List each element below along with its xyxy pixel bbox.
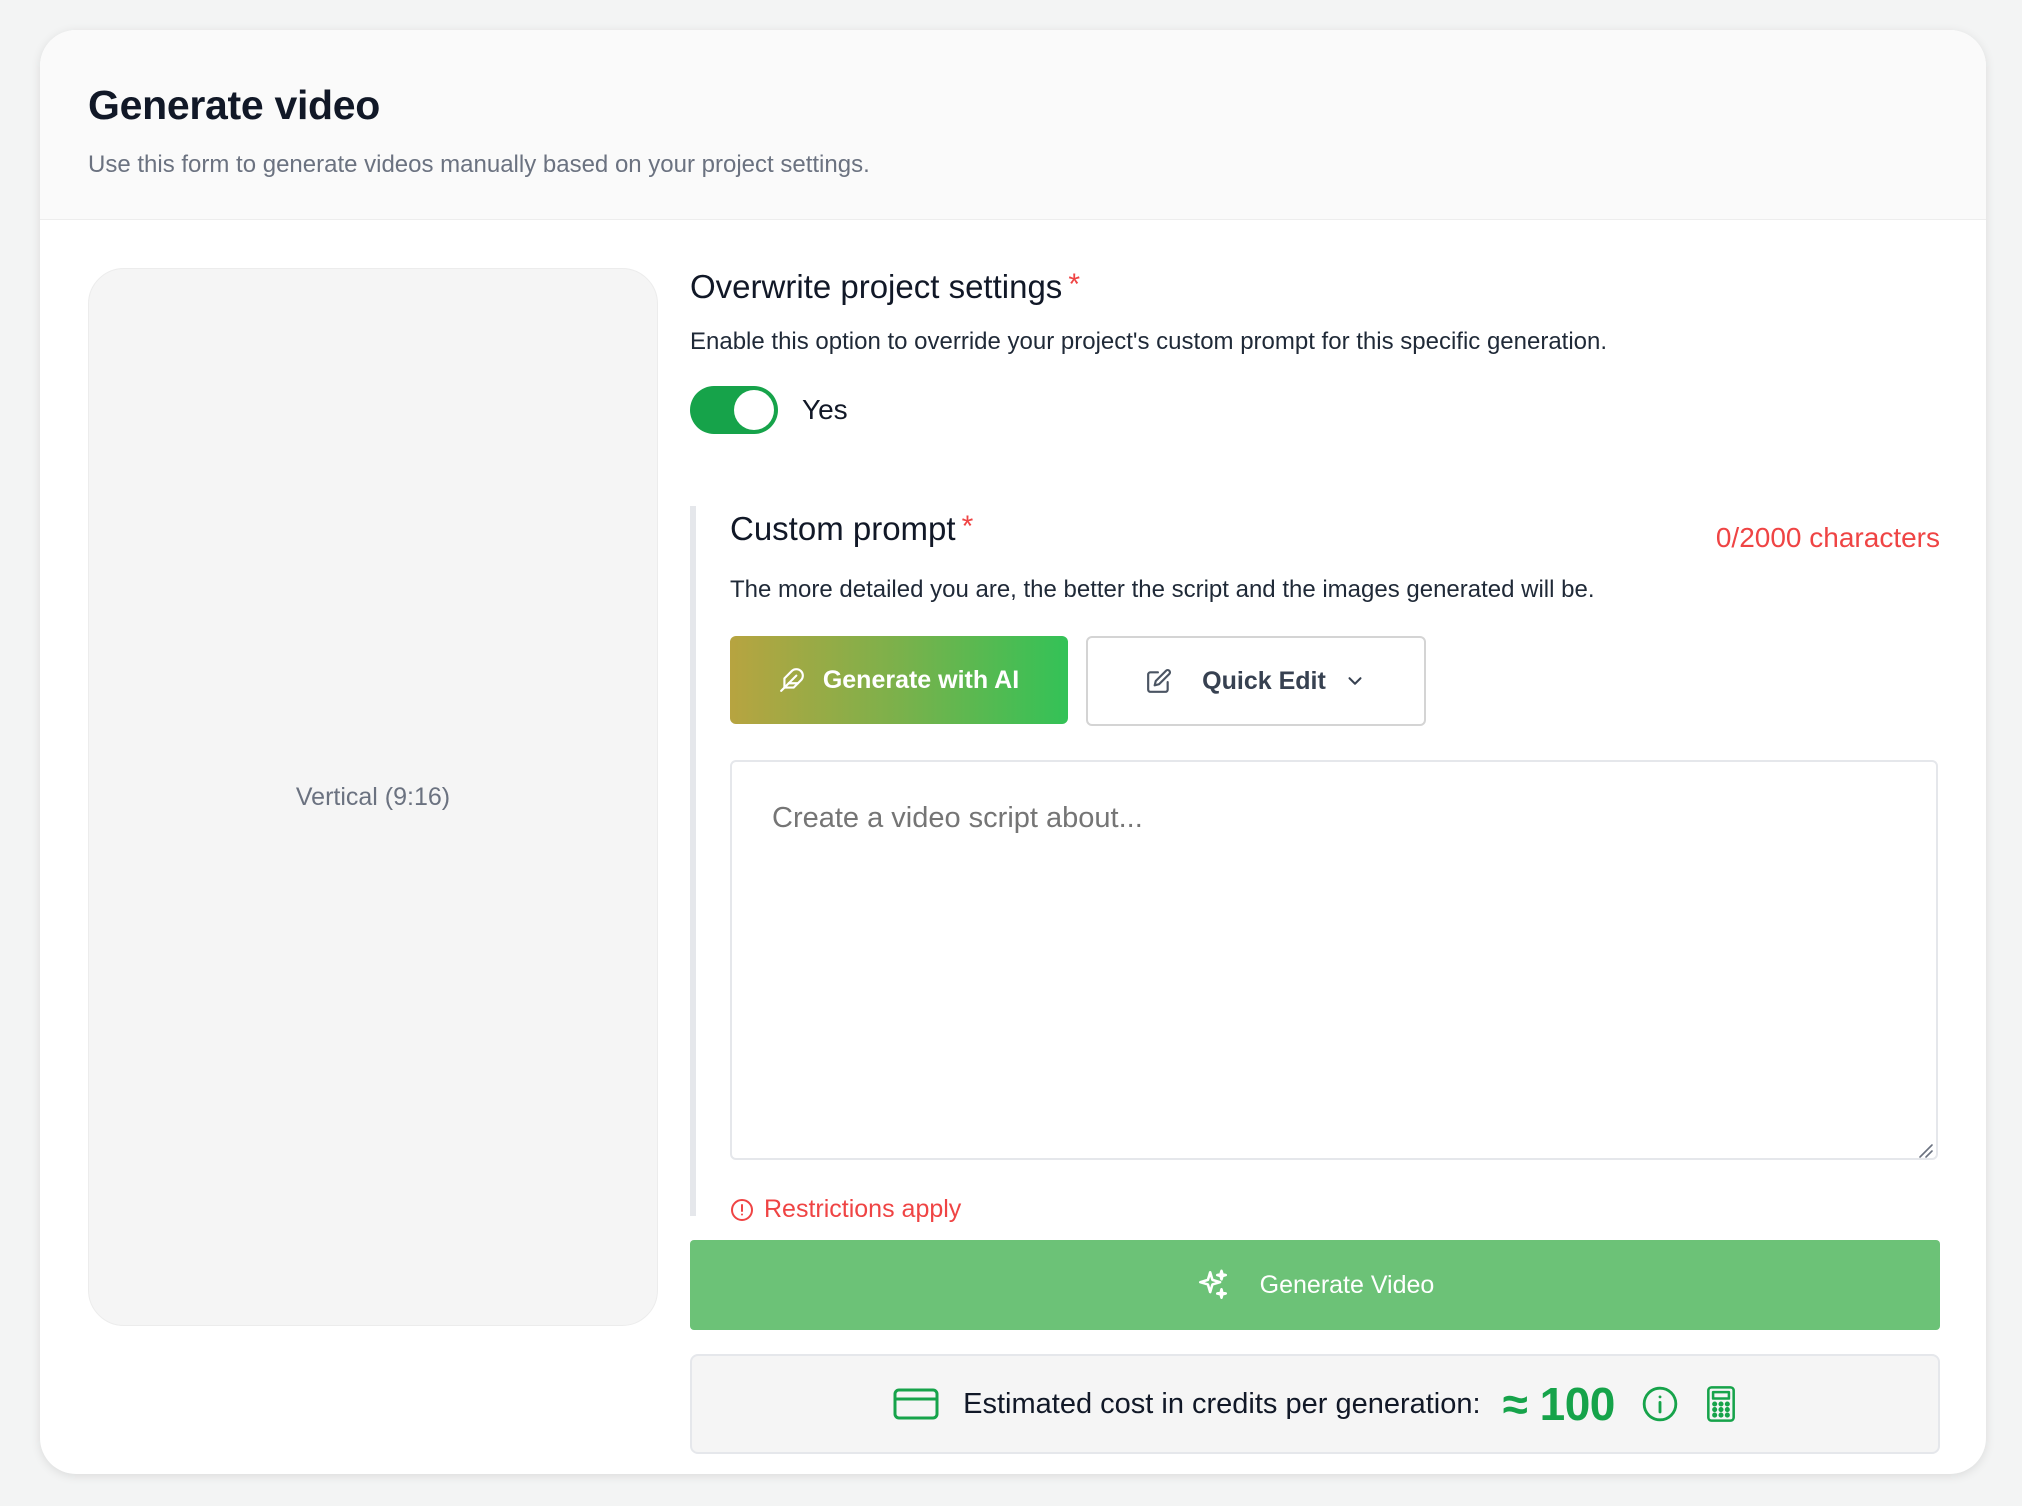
chevron-down-icon [1348,677,1362,685]
generate-with-ai-button[interactable]: Generate with AI [730,636,1068,724]
page-subtitle: Use this form to generate videos manuall… [88,151,870,178]
pencil-square-icon [1147,669,1172,693]
prompt-tools: Generate with AI Quick Edit [730,636,1940,726]
resize-handle-icon[interactable] [1916,1141,1934,1159]
generation-form: Overwrite project settings * Enable this … [690,268,1940,1454]
restrictions-notice[interactable]: Restrictions apply [730,1195,1940,1224]
quick-edit-label: Quick Edit [1202,666,1326,695]
generate-with-ai-label: Generate with AI [822,665,1020,694]
prompt-header: Custom prompt * 0/2000 characters [730,506,1940,554]
sparkles-icon [1198,1269,1227,1300]
prompt-description: The more detailed you are, the better th… [730,576,1595,603]
credit-card-icon [893,1388,939,1420]
required-mark: * [1068,268,1080,301]
overwrite-toggle[interactable] [690,386,778,434]
generate-video-label: Generate Video [1259,1270,1435,1299]
character-count: 0/2000 characters [1715,522,1940,553]
aspect-ratio-label: Vertical (9:16) [295,782,451,811]
generate-video-button[interactable]: Generate Video [690,1240,1940,1330]
custom-prompt-section: Custom prompt * 0/2000 characters The mor… [690,506,1940,1223]
calculator-icon[interactable] [1705,1385,1737,1423]
card-header: Generate video Use this form to generate… [40,30,1986,220]
overwrite-section: Overwrite project settings * Enable this … [690,268,1940,434]
required-mark: * [961,510,974,543]
estimated-cost-panel: Estimated cost in credits per generation… [690,1354,1940,1454]
prompt-title: Custom prompt [730,510,956,547]
prompt-textarea-wrapper [730,726,1940,1165]
video-preview: Vertical (9:16) [88,268,658,1326]
overwrite-description: Enable this option to override your proj… [690,328,1608,355]
page-title: Generate video [88,82,381,128]
toggle-label: Yes [802,394,848,425]
alert-circle-icon [731,1198,753,1221]
feather-icon [779,668,804,692]
custom-prompt-textarea[interactable] [730,760,1938,1160]
info-icon[interactable] [1641,1385,1679,1423]
overwrite-toggle-row: Yes [690,386,1940,434]
cost-value: ≈ 100 [1502,1378,1616,1430]
overwrite-title: Overwrite project settings [690,268,1063,305]
restrictions-label: Restrictions apply [764,1195,962,1223]
quick-edit-dropdown[interactable]: Quick Edit [1086,636,1426,726]
toggle-knob [734,390,774,430]
cost-label: Estimated cost in credits per generation… [963,1387,1481,1420]
generate-video-card: Generate video Use this form to generate… [40,30,1986,1474]
